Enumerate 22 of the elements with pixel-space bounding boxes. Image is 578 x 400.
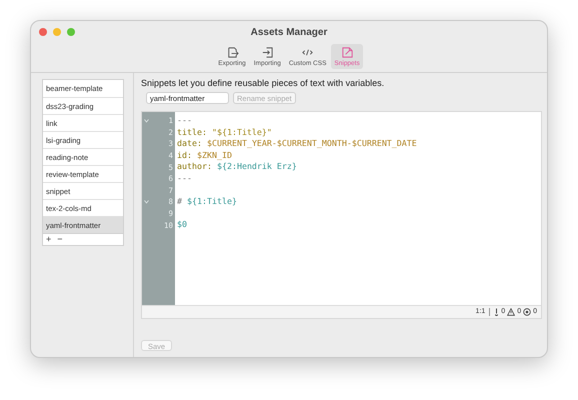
window-title: Assets Manager bbox=[250, 26, 328, 40]
code-line: # ${1:Title} bbox=[177, 196, 237, 206]
code-line: --- bbox=[177, 172, 192, 183]
code-line: id: $ZKN_ID bbox=[177, 150, 232, 160]
code-line: date: $CURRENT_YEAR-$CURRENT_MONTH-$CURRENT_DATE bbox=[177, 138, 417, 148]
export-icon bbox=[226, 46, 238, 59]
add-button[interactable]: + bbox=[46, 234, 52, 245]
fold-icon[interactable] bbox=[144, 200, 149, 204]
warning-icon bbox=[507, 308, 516, 316]
minimize-button[interactable] bbox=[53, 28, 61, 36]
close-button[interactable] bbox=[39, 28, 47, 36]
fold-icon[interactable] bbox=[144, 118, 149, 123]
error-icon bbox=[523, 308, 532, 316]
code-line: author: ${2:Hendrik Erz} bbox=[177, 161, 297, 172]
code-line: $0 bbox=[177, 219, 187, 230]
snippet-icon bbox=[340, 46, 354, 59]
code-line: --- bbox=[177, 115, 192, 125]
description-text: Snippets let you define reusable pieces of text with variables. bbox=[141, 78, 386, 89]
import-icon bbox=[260, 46, 274, 59]
remove-button[interactable]: − bbox=[57, 234, 63, 245]
code-line: title: "${1:Title}" bbox=[177, 126, 272, 137]
zoom-button[interactable] bbox=[67, 28, 75, 36]
